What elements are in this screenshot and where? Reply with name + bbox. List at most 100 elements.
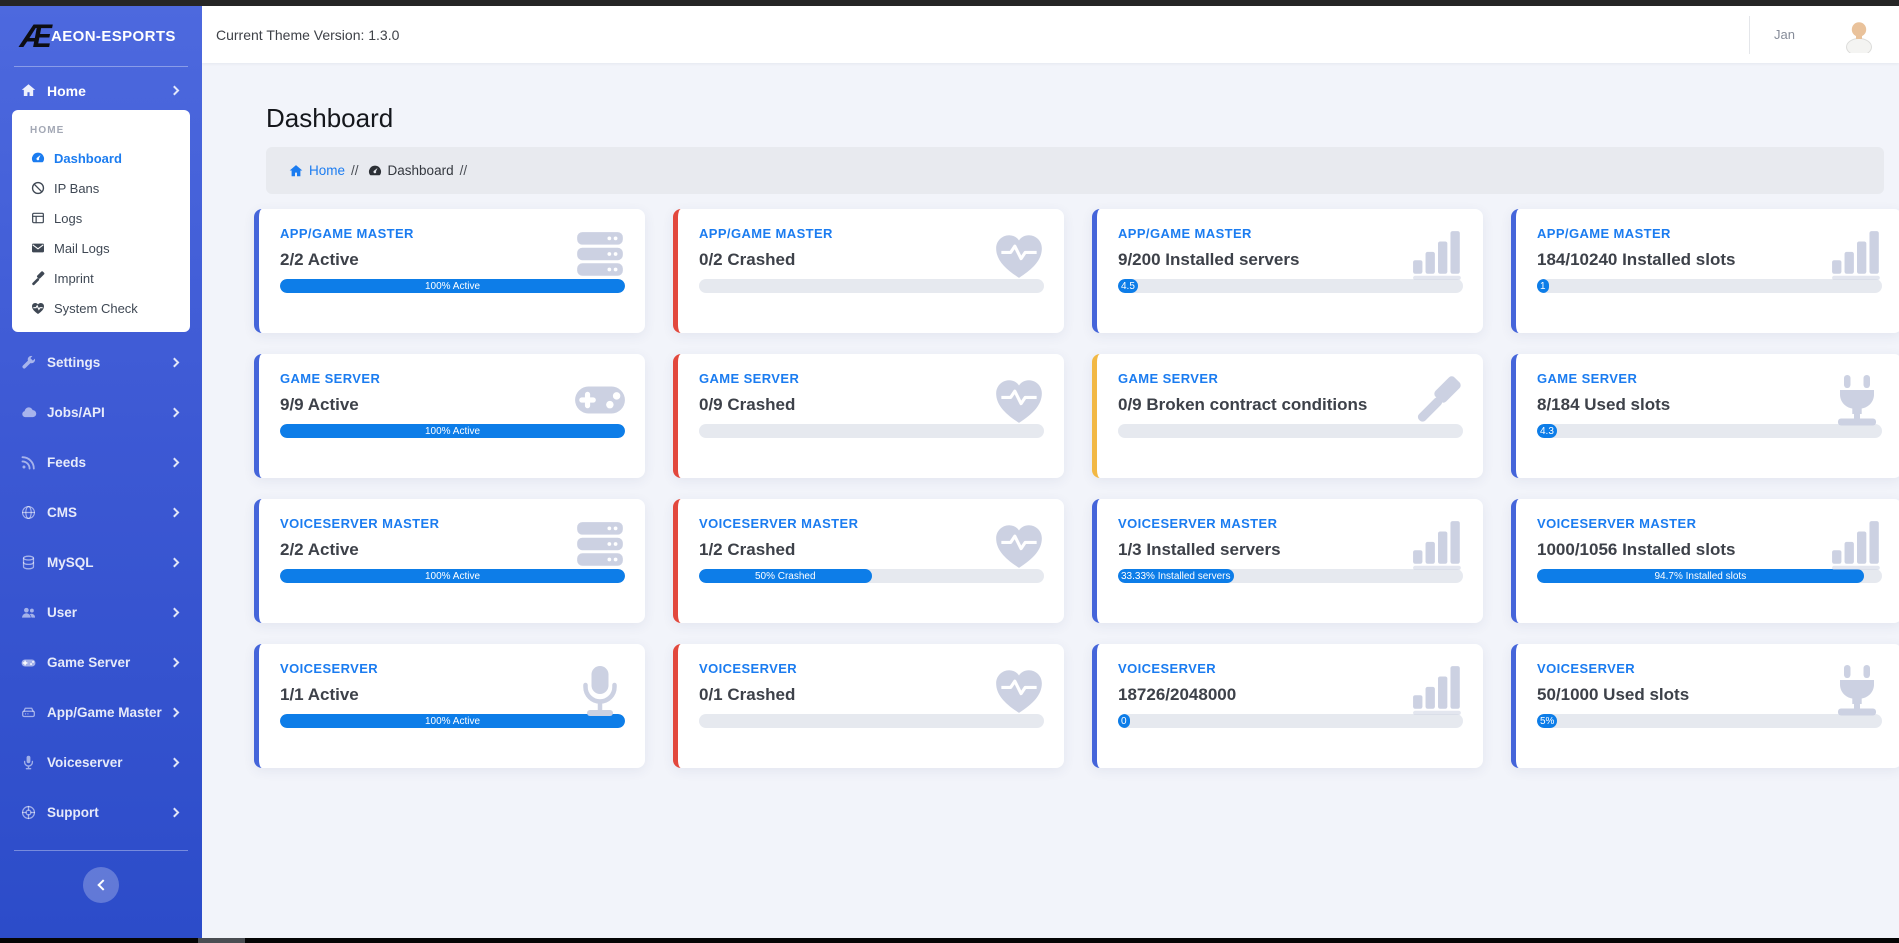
card-progress-bar	[699, 424, 1044, 438]
card-progress-bar: 4.3	[1537, 424, 1882, 438]
sidebar-subitem-imprint[interactable]: Imprint	[12, 263, 190, 293]
breadcrumb-separator: //	[459, 163, 468, 178]
gamepad-icon	[573, 374, 627, 426]
breadcrumb-home-link[interactable]: Home	[309, 163, 345, 178]
stat-card: APP/GAME MASTER 184/10240 Installed slots…	[1511, 209, 1899, 333]
sidebar-item-home[interactable]: Home	[14, 82, 188, 99]
sidebar-subitem-dashboard[interactable]: Dashboard	[12, 143, 190, 173]
breadcrumb: Home // Dashboard //	[266, 147, 1884, 194]
stat-card: GAME SERVER 0/9 Crashed	[673, 354, 1064, 478]
home-icon	[288, 163, 304, 179]
sidebar-subitem-system-check[interactable]: System Check	[12, 293, 190, 323]
chevron-right-icon	[169, 807, 180, 817]
sidebar-item-label: Voiceserver	[47, 754, 123, 770]
card-progress-fill: 33.33% Installed servers	[1118, 569, 1234, 583]
stat-card: APP/GAME MASTER 9/200 Installed servers 4.…	[1092, 209, 1483, 333]
avatar[interactable]	[1841, 17, 1877, 56]
server-stack-icon	[573, 229, 627, 281]
sidebar-item-mysql[interactable]: MySQL	[14, 550, 188, 574]
gavel-icon	[1411, 374, 1465, 426]
card-progress-bar: 100% Active	[280, 279, 625, 293]
heart-pulse-icon	[992, 519, 1046, 571]
subitem-label: IP Bans	[54, 180, 100, 196]
card-progress-bar: 0	[1118, 714, 1463, 728]
sidebar-item-support[interactable]: Support	[14, 800, 188, 824]
table-icon	[30, 210, 46, 226]
chevron-right-icon	[169, 457, 180, 467]
heart-pulse-icon	[992, 229, 1046, 281]
sidebar-subitem-logs[interactable]: Logs	[12, 203, 190, 233]
server-box-icon	[20, 704, 37, 721]
sidebar-item-settings[interactable]: Settings	[14, 350, 188, 374]
logo-mark: Æ	[20, 18, 52, 54]
sidebar-item-label: Home	[47, 82, 86, 99]
plug-icon	[1830, 374, 1884, 426]
card-progress-label: 94.7% Installed slots	[1654, 570, 1747, 582]
stat-cards-grid: APP/GAME MASTER 2/2 Active 100% Active APP/…	[254, 209, 1899, 768]
brand-logo[interactable]: Æ AEON-ESPORTS	[0, 6, 202, 66]
users-icon	[20, 604, 37, 621]
ban-icon	[30, 180, 46, 196]
card-progress-label: 100% Active	[424, 280, 481, 292]
stat-card: VOICESERVER 1/1 Active 100% Active	[254, 644, 645, 768]
sidebar-item-user[interactable]: User	[14, 600, 188, 624]
stat-card: VOICESERVER 0/1 Crashed	[673, 644, 1064, 768]
stat-card: GAME SERVER 8/184 Used slots 4.3	[1511, 354, 1899, 478]
submenu-header: HOME	[30, 125, 65, 136]
subitem-label: System Check	[54, 300, 138, 316]
sidebar-item-label: Jobs/API	[47, 404, 105, 420]
card-progress-bar: 50% Crashed	[699, 569, 1044, 583]
bar-chart-icon	[1411, 519, 1465, 571]
sidebar-item-label: Game Server	[47, 654, 131, 670]
stat-card: APP/GAME MASTER 0/2 Crashed	[673, 209, 1064, 333]
sidebar-item-label: User	[47, 604, 78, 620]
sidebar-item-label: Support	[47, 804, 99, 820]
page-title: Dashboard	[266, 103, 394, 133]
card-progress-label: 100% Active	[424, 715, 481, 727]
scrollbar-thumb[interactable]	[198, 938, 245, 943]
chevron-right-icon	[169, 607, 180, 617]
sidebar-submenu: HOME Dashboard IP Bans Logs Mail Logs Imprin…	[12, 110, 190, 332]
main-content: Dashboard Home // Dashboard // APP/GAME …	[202, 63, 1899, 938]
card-progress-label: 5%	[1540, 715, 1555, 727]
card-progress-label: 4.5	[1121, 280, 1135, 292]
stat-card: VOICESERVER MASTER 1/2 Crashed 50% Crashed	[673, 499, 1064, 623]
breadcrumb-separator: //	[351, 163, 359, 178]
chevron-right-icon	[169, 657, 180, 667]
stat-card: VOICESERVER 18726/2048000 0	[1092, 644, 1483, 768]
sidebar: Æ AEON-ESPORTS Home HOME Dashboard IP Ban…	[0, 6, 202, 938]
horizontal-scrollbar[interactable]	[0, 938, 1899, 943]
heart-pulse-icon	[992, 374, 1046, 426]
chevron-left-icon	[96, 879, 109, 891]
sidebar-item-cms[interactable]: CMS	[14, 500, 188, 524]
breadcrumb-current[interactable]: Dashboard	[388, 163, 454, 178]
chevron-right-icon	[169, 707, 180, 717]
sidebar-item-app-game-master[interactable]: App/Game Master	[14, 700, 188, 724]
subitem-label: Logs	[54, 210, 83, 226]
sidebar-item-jobs-api[interactable]: Jobs/API	[14, 400, 188, 424]
sidebar-subitem-ip-bans[interactable]: IP Bans	[12, 173, 190, 203]
card-progress-fill: 100% Active	[280, 424, 625, 438]
stat-card: VOICESERVER MASTER 2/2 Active 100% Active	[254, 499, 645, 623]
sidebar-item-game-server[interactable]: Game Server	[14, 650, 188, 674]
sidebar-item-voiceserver[interactable]: Voiceserver	[14, 750, 188, 774]
chevron-right-icon	[169, 85, 180, 96]
subitem-label: Dashboard	[54, 150, 122, 166]
database-icon	[20, 554, 37, 571]
sidebar-collapse-button[interactable]	[83, 867, 119, 903]
divider	[14, 66, 188, 67]
sidebar-subitem-mail-logs[interactable]: Mail Logs	[12, 233, 190, 263]
user-menu[interactable]: Jan	[1774, 27, 1795, 42]
globe-icon	[20, 504, 37, 521]
card-progress-fill: 1	[1537, 279, 1549, 293]
chevron-right-icon	[169, 557, 180, 567]
card-progress-fill: 100% Active	[280, 569, 625, 583]
card-progress-label: 4.3	[1540, 425, 1554, 437]
card-progress-bar: 4.5	[1118, 279, 1463, 293]
stat-card: VOICESERVER MASTER 1/3 Installed servers 3…	[1092, 499, 1483, 623]
subitem-label: Mail Logs	[54, 240, 110, 256]
card-progress-bar: 33.33% Installed servers	[1118, 569, 1463, 583]
home-icon	[20, 82, 37, 99]
life-ring-icon	[20, 804, 37, 821]
sidebar-item-feeds[interactable]: Feeds	[14, 450, 188, 474]
